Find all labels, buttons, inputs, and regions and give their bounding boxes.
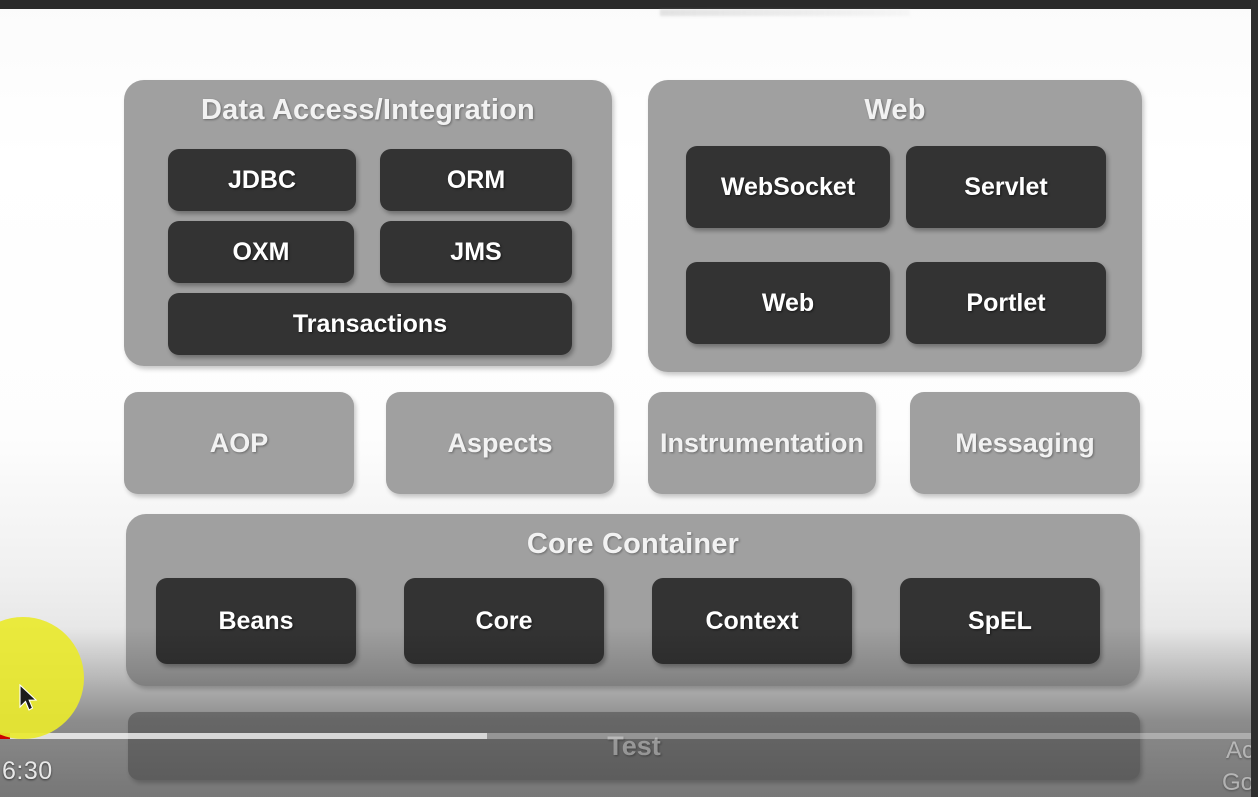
module-web[interactable]: Web xyxy=(686,262,890,344)
module-portlet[interactable]: Portlet xyxy=(906,262,1106,344)
group-web: Web WebSocket Servlet Web Portlet xyxy=(648,80,1142,372)
right-edge-bar xyxy=(1251,0,1258,797)
module-servlet[interactable]: Servlet xyxy=(906,146,1106,228)
group-title-core-container: Core Container xyxy=(526,528,740,560)
video-frame: Data Access/Integration JDBC ORM OXM JMS… xyxy=(0,0,1258,797)
module-oxm[interactable]: OXM xyxy=(168,221,354,283)
module-aspects[interactable]: Aspects xyxy=(386,392,614,494)
module-jms[interactable]: JMS xyxy=(380,221,572,283)
module-context[interactable]: Context xyxy=(652,578,852,664)
module-websocket[interactable]: WebSocket xyxy=(686,146,890,228)
current-time-label: 6:30 xyxy=(2,757,53,785)
mouse-cursor-icon xyxy=(19,684,38,711)
spring-framework-diagram: Data Access/Integration JDBC ORM OXM JMS… xyxy=(0,0,1258,797)
module-spel[interactable]: SpEL xyxy=(900,578,1100,664)
progress-bar-buffered xyxy=(0,733,487,739)
module-orm[interactable]: ORM xyxy=(380,149,572,211)
module-transactions[interactable]: Transactions xyxy=(168,293,572,355)
group-data-access-integration: Data Access/Integration JDBC ORM OXM JMS… xyxy=(124,80,612,366)
module-jdbc[interactable]: JDBC xyxy=(168,149,356,211)
module-aop[interactable]: AOP xyxy=(124,392,354,494)
module-instrumentation[interactable]: Instrumentation xyxy=(648,392,876,494)
module-core[interactable]: Core xyxy=(404,578,604,664)
module-test[interactable]: Test xyxy=(128,712,1140,780)
group-title-web: Web xyxy=(864,94,926,126)
group-title-data-access-integration: Data Access/Integration xyxy=(201,94,535,126)
module-beans[interactable]: Beans xyxy=(156,578,356,664)
ad-overlay-line-1[interactable]: Ac xyxy=(1226,737,1254,765)
group-core-container: Core Container Beans Core Context SpEL xyxy=(126,514,1140,686)
module-messaging[interactable]: Messaging xyxy=(910,392,1140,494)
ad-overlay-line-2[interactable]: Go xyxy=(1222,769,1254,797)
